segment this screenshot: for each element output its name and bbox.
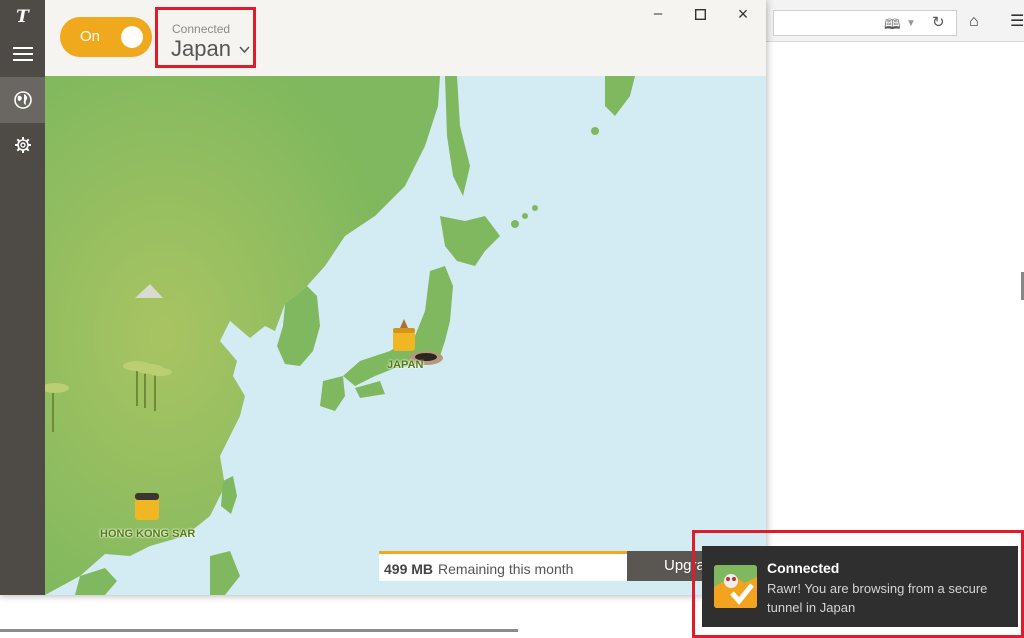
map-label-hong-kong[interactable]: HONG KONG SAR: [100, 528, 195, 540]
map-graphic: [45, 76, 635, 595]
globe-icon[interactable]: [0, 77, 45, 123]
desktop: 🕮 ▼ ↻ ⌂ ☰ T On Connected Japan – × JAPAN…: [0, 0, 1024, 638]
data-quota-bar: 499 MB Remaining this month: [379, 551, 627, 581]
location-selector[interactable]: Connected Japan: [155, 7, 256, 68]
hamburger-menu-icon[interactable]: [0, 31, 45, 77]
map-label-japan[interactable]: JAPAN: [387, 359, 423, 371]
toggle-label: On: [80, 28, 101, 45]
notification-title: Connected: [767, 560, 840, 576]
gear-icon[interactable]: [0, 122, 45, 168]
chevron-down-icon: [239, 46, 250, 54]
quota-amount: 499 MB: [384, 561, 434, 577]
close-icon[interactable]: ×: [731, 4, 755, 24]
home-icon[interactable]: ⌂: [969, 14, 979, 30]
toggle-knob: [121, 26, 143, 48]
divider: [0, 629, 518, 632]
reader-view-icon[interactable]: 🕮: [884, 16, 901, 32]
notification-toast[interactable]: Connected Rawr! You are browsing from a …: [702, 546, 1018, 627]
connection-status: Connected: [172, 22, 231, 36]
tunnelbear-check-icon: [714, 565, 757, 608]
reload-icon[interactable]: ↻: [932, 15, 945, 31]
quota-text: Remaining this month: [438, 561, 574, 577]
tunnelbear-logo-icon: T: [16, 7, 29, 27]
sidebar: T: [0, 0, 45, 595]
dropdown-icon[interactable]: ▼: [906, 16, 916, 32]
browser-address-bar[interactable]: [773, 10, 957, 36]
minimize-icon[interactable]: –: [646, 4, 670, 24]
selected-country: Japan: [171, 36, 250, 62]
notification-body: Rawr! You are browsing from a secure tun…: [767, 581, 988, 615]
maximize-icon[interactable]: [688, 4, 712, 24]
world-map[interactable]: JAPAN HONG KONG SAR: [45, 76, 766, 595]
vpn-toggle[interactable]: On: [60, 17, 152, 57]
menu-icon[interactable]: ☰: [1010, 14, 1024, 30]
tunnelbear-window: T On Connected Japan – × JAPAN HONG KONG…: [0, 0, 766, 595]
